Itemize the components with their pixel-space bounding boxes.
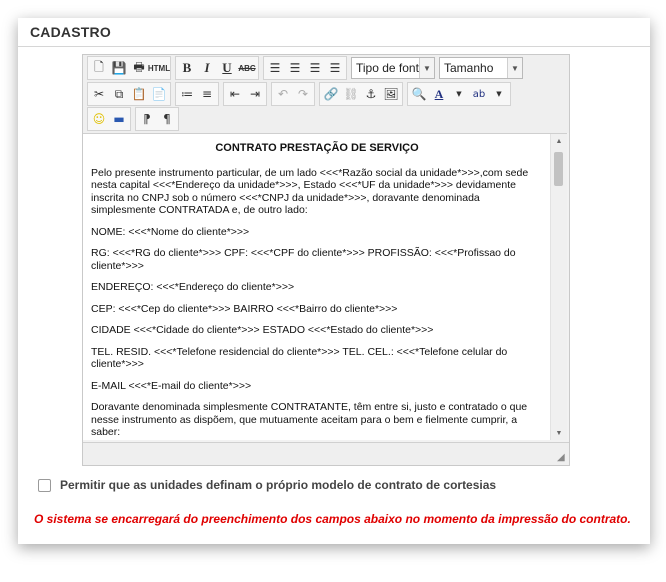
contract-heading: CONTRATO PRESTAÇÃO DE SERVIÇO	[215, 142, 419, 154]
allow-units-checkbox[interactable]	[38, 478, 51, 492]
contract-paragraph: ENDEREÇO: <<<*Endereço do cliente*>>>	[91, 281, 295, 293]
bullet-list-icon[interactable]: ≔	[177, 84, 197, 104]
html-source-button[interactable]: HTML	[148, 58, 170, 78]
resize-handle-icon[interactable]: ◢	[557, 453, 567, 463]
paste-text-icon[interactable]: 📄	[149, 84, 169, 104]
panel-header: CADASTRO	[18, 18, 650, 47]
font-family-select[interactable]: Tipo de fonte ▼	[351, 57, 435, 79]
bold-button[interactable]: B	[177, 58, 197, 78]
chevron-down-icon[interactable]: ▼	[489, 84, 509, 104]
undo-icon[interactable]: ↶	[273, 84, 293, 104]
copy-icon[interactable]: ⧉	[109, 84, 129, 104]
align-justify-icon[interactable]: ☰	[325, 58, 345, 78]
text-color-icon[interactable]: A	[429, 84, 449, 104]
contract-paragraph: TEL. RESID. <<<*Telefone residencial do …	[91, 345, 508, 371]
chevron-down-icon: ▼	[507, 58, 522, 78]
strikethrough-button[interactable]: ABC	[237, 58, 257, 78]
new-document-icon[interactable]: 🗋	[89, 58, 109, 78]
align-left-icon[interactable]: ☰	[265, 58, 285, 78]
italic-button[interactable]: I	[197, 58, 217, 78]
contract-paragraph: NOME: <<<*Nome do cliente*>>>	[91, 225, 250, 238]
chevron-down-icon: ▼	[419, 58, 434, 78]
numbered-list-icon[interactable]: ≡	[197, 84, 217, 104]
editor-content[interactable]: CONTRATO PRESTAÇÃO DE SERVIÇO Pelo prese…	[83, 133, 567, 440]
anchor-icon[interactable]: ⚓	[361, 84, 381, 104]
scroll-down-icon[interactable]: ▼	[551, 426, 567, 440]
font-size-value: Tamanho	[444, 61, 494, 75]
horizontal-rule-icon[interactable]: ▬	[109, 109, 129, 129]
align-center-icon[interactable]: ☰	[285, 58, 305, 78]
unlink-icon[interactable]: ⛓	[341, 84, 361, 104]
font-family-value: Tipo de fonte	[356, 61, 426, 75]
notice-message: O sistema se encarregará do preenchiment…	[34, 512, 631, 526]
contract-paragraph: CEP: <<<*Cep do cliente*>>> BAIRRO <<<*B…	[91, 302, 398, 315]
chevron-down-icon[interactable]: ▼	[449, 84, 469, 104]
scroll-up-icon[interactable]: ▲	[551, 134, 567, 148]
panel-title: CADASTRO	[30, 24, 111, 40]
contract-paragraph: E-MAIL <<<*E-mail do cliente*>>>	[91, 379, 252, 392]
font-size-select[interactable]: Tamanho ▼	[439, 57, 523, 79]
find-icon[interactable]: 🔍	[409, 84, 429, 104]
contract-paragraph: Pelo presente instrumento particular, de…	[91, 166, 529, 217]
indent-icon[interactable]: ⇥	[245, 84, 265, 104]
rtl-direction-icon[interactable]: ¶	[157, 109, 177, 129]
contract-paragraph: CIDADE <<<*Cidade do cliente*>>> ESTADO …	[91, 324, 434, 336]
contract-document[interactable]: CONTRATO PRESTAÇÃO DE SERVIÇO Pelo prese…	[91, 142, 543, 440]
contract-paragraph: Doravante denominada simplesmente CONTRA…	[91, 401, 528, 438]
cut-icon[interactable]: ✂	[89, 84, 109, 104]
rich-text-editor: 🗋 💾 🖶 HTML B I U ABC ☰ ☰ ☰ ☰ Tipo de fon…	[82, 54, 570, 466]
link-icon[interactable]: 🔗	[321, 84, 341, 104]
image-icon[interactable]: 🖼	[381, 84, 401, 104]
underline-button[interactable]: U	[217, 58, 237, 78]
highlight-color-icon[interactable]: ab	[469, 84, 489, 104]
outdent-icon[interactable]: ⇤	[225, 84, 245, 104]
emoticon-icon[interactable]: ☺	[89, 109, 109, 129]
redo-icon[interactable]: ↷	[293, 84, 313, 104]
editor-statusbar: ◢	[83, 442, 569, 465]
editor-toolbar: 🗋 💾 🖶 HTML B I U ABC ☰ ☰ ☰ ☰ Tipo de fon…	[83, 55, 569, 133]
ltr-direction-icon[interactable]: ⁋	[137, 109, 157, 129]
allow-units-option[interactable]: Permitir que as unidades definam o própr…	[38, 478, 496, 492]
allow-units-label[interactable]: Permitir que as unidades definam o própr…	[60, 478, 496, 492]
scroll-thumb[interactable]	[554, 152, 563, 186]
contract-paragraph: RG: <<<*RG do cliente*>>> CPF: <<<*CPF d…	[91, 247, 516, 272]
align-right-icon[interactable]: ☰	[305, 58, 325, 78]
print-icon[interactable]: 🖶	[129, 58, 149, 78]
vertical-scrollbar[interactable]: ▲ ▼	[550, 134, 567, 440]
save-icon[interactable]: 💾	[109, 58, 129, 78]
paste-icon[interactable]: 📋	[129, 84, 149, 104]
